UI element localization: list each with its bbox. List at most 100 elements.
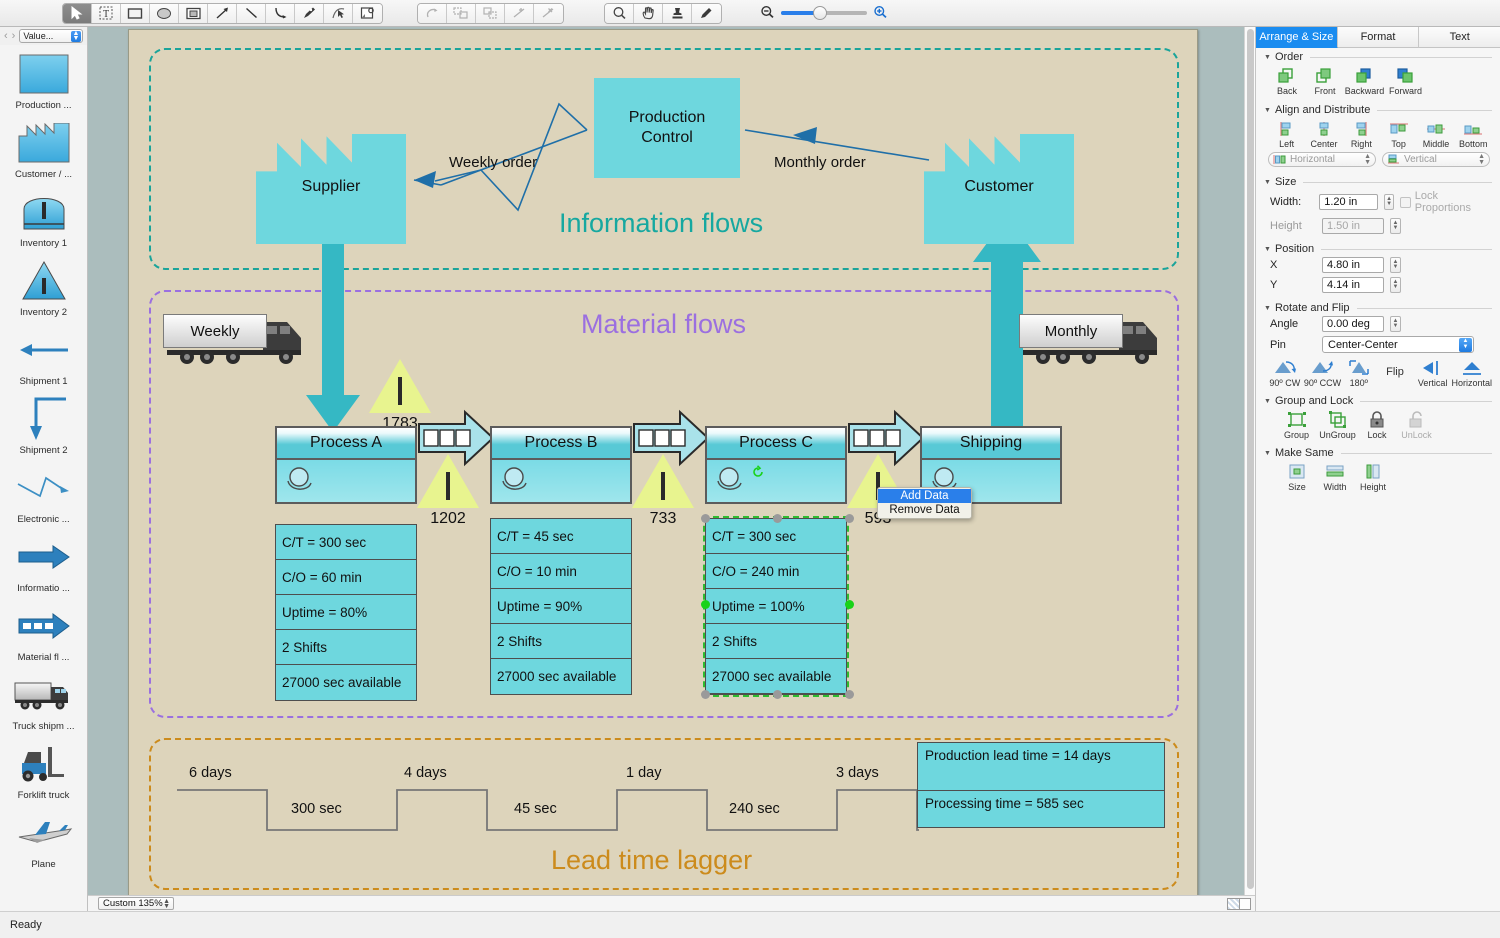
chevron-updown-icon[interactable]: ▲ ▼ (163, 898, 170, 910)
lock-proportions-checkbox[interactable]: Lock Proportions (1400, 190, 1492, 214)
align-center-button[interactable]: Center (1305, 120, 1342, 149)
resize-handle-bottom-left[interactable] (701, 690, 710, 699)
makesame-section-header[interactable]: ▼ Make Same (1264, 447, 1492, 459)
align-section-header[interactable]: ▼ Align and Distribute (1264, 104, 1492, 116)
undo-curve-tool[interactable] (418, 3, 447, 23)
rotate-90cw-button[interactable]: 90º CW (1266, 359, 1304, 388)
chevron-down-icon[interactable]: ▼ (1264, 450, 1271, 457)
ellipse-tool[interactable] (150, 3, 179, 23)
context-menu-item-remove-data[interactable]: Remove Data (878, 503, 971, 517)
pen-tool[interactable] (295, 3, 324, 23)
tab-text[interactable]: Text (1419, 27, 1500, 48)
height-input[interactable]: 1.50 in (1322, 218, 1384, 234)
checkbox-box[interactable] (1400, 196, 1411, 208)
distribute-horizontal-select[interactable]: Horizontal ▲ ▼ (1268, 152, 1376, 167)
resize-handle-bottom-right[interactable] (845, 690, 854, 699)
order-backward-button[interactable]: Backward (1344, 67, 1385, 96)
resize-handle-top-left[interactable] (701, 514, 710, 523)
rectangle-tool[interactable] (121, 3, 150, 23)
position-section-header[interactable]: ▼ Position (1264, 243, 1492, 255)
zoom-in-magnifier-icon[interactable] (873, 5, 888, 22)
size-section-header[interactable]: ▼ Size (1264, 176, 1492, 188)
rotation-handle-icon[interactable] (751, 465, 765, 479)
pin-select[interactable]: Center-Center ▲ ▼ (1322, 336, 1474, 353)
eyedropper-tool[interactable] (692, 3, 721, 23)
curve-tool[interactable] (266, 3, 295, 23)
inventory-triangle-1[interactable]: 1783 (369, 359, 431, 433)
height-stepper[interactable]: ▲ ▼ (1390, 218, 1401, 234)
ungroup-button[interactable]: UnGroup (1317, 411, 1358, 440)
connect-shapes-tool[interactable] (447, 3, 476, 23)
tab-arrange-size[interactable]: Arrange & Size (1256, 27, 1338, 48)
frame-tool[interactable] (179, 3, 208, 23)
text-tool[interactable]: T (92, 3, 121, 23)
process-b-data-table[interactable]: C/T = 45 sec C/O = 10 min Uptime = 90% 2… (490, 518, 632, 695)
zoom-slider-knob[interactable] (813, 6, 827, 20)
align-left-button[interactable]: Left (1268, 120, 1305, 149)
stencil-item-customer[interactable]: Customer / ... (0, 120, 87, 180)
resize-handle-bottom-center[interactable] (773, 690, 782, 699)
process-a-node[interactable]: Process A (275, 426, 417, 504)
process-c-node[interactable]: Process C (705, 426, 847, 504)
stencil-item-inventory-1[interactable]: Inventory 1 (0, 189, 87, 249)
stencil-item-shipment-1[interactable]: Shipment 1 (0, 327, 87, 387)
chevron-down-icon[interactable]: ▼ (1264, 305, 1271, 312)
monthly-truck[interactable]: Monthly (1019, 306, 1169, 364)
distribute-vertical-select[interactable]: Vertical ▲ ▼ (1382, 152, 1490, 167)
stencil-item-truck[interactable]: Truck shipm ... (0, 672, 87, 732)
stamp-tool[interactable] (663, 3, 692, 23)
chevron-updown-icon[interactable]: ▲ ▼ (1459, 338, 1472, 352)
lock-button[interactable]: Lock (1358, 411, 1396, 440)
diagram-page[interactable]: Information flows Material flows Lead ti… (128, 29, 1198, 904)
stencil-item-shipment-2[interactable]: Shipment 2 (0, 396, 87, 456)
width-input[interactable]: 1.20 in (1319, 194, 1378, 210)
canvas-vertical-scrollbar[interactable] (1244, 27, 1255, 911)
makesame-height-button[interactable]: Height (1354, 463, 1392, 492)
process-b-node[interactable]: Process B (490, 426, 632, 504)
tab-format[interactable]: Format (1337, 27, 1420, 48)
supplier-node[interactable]: Supplier (256, 134, 406, 244)
resize-handle-middle-right[interactable] (845, 600, 854, 609)
angle-input[interactable]: 0.00 deg (1322, 316, 1384, 332)
order-front-button[interactable]: Front (1306, 67, 1344, 96)
node-edit-tool[interactable] (324, 3, 353, 23)
stencil-item-information[interactable]: Informatio ... (0, 534, 87, 594)
stencil-item-inventory-2[interactable]: Inventory 2 (0, 258, 87, 318)
production-control-node[interactable]: Production Control (594, 78, 740, 178)
flip-horizontal-button[interactable]: Horizontal (1451, 359, 1492, 388)
rotate-90ccw-button[interactable]: 90º CCW (1304, 359, 1342, 388)
chevron-down-icon[interactable]: ▼ (1264, 398, 1271, 405)
chevron-down-icon[interactable]: ▼ (1264, 54, 1271, 61)
x-input[interactable]: 4.80 in (1322, 257, 1384, 273)
arrow-line-tool[interactable] (208, 3, 237, 23)
customer-node[interactable]: Customer (924, 134, 1074, 244)
process-a-data-table[interactable]: C/T = 300 sec C/O = 60 min Uptime = 80% … (275, 524, 417, 701)
context-menu-item-add-data[interactable]: Add Data (878, 489, 971, 503)
inventory-triangle-3[interactable]: 733 (632, 454, 694, 528)
group-button[interactable]: Group (1276, 411, 1317, 440)
zoom-slider[interactable] (781, 6, 867, 20)
makesame-width-button[interactable]: Width (1316, 463, 1354, 492)
inventory-triangle-2[interactable]: 1202 (417, 454, 479, 528)
stencil-item-plane[interactable]: Plane (0, 810, 87, 870)
break-shapes-tool[interactable] (476, 3, 505, 23)
stencil-selector[interactable]: Value... ▲ ▼ (19, 29, 83, 43)
process-c-data-table[interactable]: C/T = 300 sec C/O = 240 min Uptime = 100… (701, 514, 854, 699)
order-section-header[interactable]: ▼ Order (1264, 51, 1492, 63)
chevron-updown-icon[interactable]: ▲ ▼ (1364, 153, 1371, 166)
align-right-button[interactable]: Right (1343, 120, 1380, 149)
flip-vertical-button[interactable]: Vertical (1414, 359, 1452, 388)
order-back-button[interactable]: Back (1268, 67, 1306, 96)
leadtime-summary-box[interactable]: Production lead time = 14 days Processin… (917, 742, 1165, 828)
scrollbar-thumb[interactable] (1247, 29, 1254, 889)
y-stepper[interactable]: ▲ ▼ (1390, 277, 1401, 293)
stencil-item-forklift[interactable]: Forklift truck (0, 741, 87, 801)
zoom-out-magnifier-icon[interactable] (760, 5, 775, 22)
resize-handle-top-right[interactable] (845, 514, 854, 523)
weekly-truck[interactable]: Weekly (163, 306, 313, 364)
stencil-prev-icon[interactable]: ‹ (4, 30, 8, 42)
zoom-level-select[interactable]: Custom 135% ▲ ▼ (98, 897, 174, 910)
callout-tool[interactable] (353, 3, 382, 23)
rotate-section-header[interactable]: ▼ Rotate and Flip (1264, 302, 1492, 314)
add-point-tool[interactable] (505, 3, 534, 23)
